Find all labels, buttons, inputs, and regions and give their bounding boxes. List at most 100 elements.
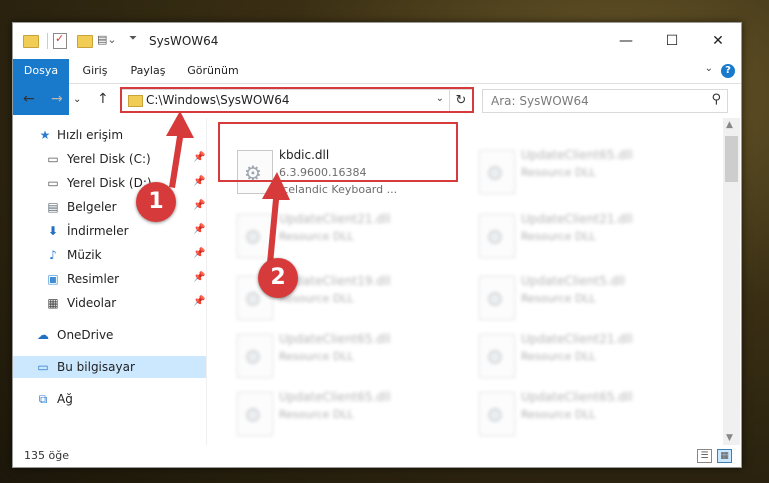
nav-label: Resimler [67, 272, 120, 286]
music-icon: ♪ [49, 248, 57, 262]
file-item[interactable]: UpdateClient65.dll Resource DLL [475, 146, 695, 202]
tab-view[interactable]: Görünüm [181, 59, 245, 83]
file-item[interactable]: UpdateClient65.dll Resource DLL [233, 330, 453, 386]
pin-icon[interactable]: 📌 [193, 200, 205, 211]
scroll-up-icon[interactable]: ▲ [726, 120, 733, 130]
minimize-button[interactable]: — [603, 23, 649, 59]
nav-label: Videolar [67, 296, 117, 310]
nav-label: Yerel Disk (C:) [67, 152, 151, 166]
window-title: SysWOW64 [149, 34, 219, 48]
step-2-badge: 2 [258, 258, 298, 298]
file-name: UpdateClient65.dll [279, 332, 391, 346]
details-view-button[interactable]: ☰ [697, 449, 712, 463]
nav-item-onedrive[interactable]: ☁ OneDrive [13, 324, 206, 346]
dll-file-icon [237, 214, 273, 258]
file-name: UpdateClient21.dll [521, 212, 633, 226]
nav-item-network[interactable]: ⧉ Ağ [13, 388, 206, 410]
file-name: UpdateClient5.dll [521, 274, 625, 288]
pin-icon[interactable]: 📌 [193, 248, 205, 259]
pin-icon[interactable]: 📌 [193, 296, 205, 307]
file-description: Icelandic Keyboard ... [279, 183, 398, 196]
recent-locations-button[interactable]: ⌄ [73, 94, 81, 105]
file-description: Resource DLL [521, 230, 596, 243]
toolbar-separator [47, 33, 48, 49]
nav-item-downloads[interactable]: ⬇ İndirmeler 📌 [13, 220, 206, 242]
pin-icon[interactable]: 📌 [193, 176, 205, 187]
ribbon-expand-icon[interactable]: ⌄ [705, 63, 713, 74]
nav-item-drive-c[interactable]: ▭ Yerel Disk (C:) 📌 [13, 148, 206, 170]
file-item[interactable]: UpdateClient65.dll Resource DLL [475, 388, 695, 444]
file-item[interactable]: UpdateClient21.dll Resource DLL [475, 210, 695, 266]
file-description: Resource DLL [521, 166, 596, 179]
scrollbar-thumb[interactable] [725, 136, 738, 182]
nav-label: Belgeler [67, 200, 117, 214]
dll-file-icon [479, 214, 515, 258]
new-folder-icon[interactable] [77, 35, 93, 48]
file-highlight [218, 122, 458, 182]
file-description: Resource DLL [279, 230, 354, 243]
item-count: 135 öğe [24, 449, 69, 462]
close-button[interactable]: ✕ [695, 23, 741, 59]
nav-item-music[interactable]: ♪ Müzik 📌 [13, 244, 206, 266]
up-button[interactable]: ↑ [97, 91, 109, 107]
nav-label: Hızlı erişim [57, 128, 124, 142]
file-item[interactable]: UpdateClient65.dll Resource DLL [233, 388, 453, 444]
nav-item-drive-d[interactable]: ▭ Yerel Disk (D:) 📌 [13, 172, 206, 194]
step-1-badge: 1 [136, 182, 176, 222]
vertical-scrollbar[interactable]: ▲ ▼ [723, 118, 740, 445]
tab-home[interactable]: Giriş [75, 59, 115, 83]
file-name: UpdateClient65.dll [521, 148, 633, 162]
search-box[interactable]: Ara: SysWOW64 ⚲ [482, 89, 728, 113]
maximize-button[interactable]: ☐ [649, 23, 695, 59]
scroll-down-icon[interactable]: ▼ [726, 433, 733, 443]
nav-item-quick-access[interactable]: ★ Hızlı erişim [13, 124, 206, 146]
nav-item-pictures[interactable]: ▣ Resimler 📌 [13, 268, 206, 290]
star-icon: ★ [39, 128, 51, 142]
drive-icon: ▭ [47, 176, 59, 190]
file-description: Resource DLL [279, 292, 354, 305]
pin-icon[interactable]: 📌 [193, 152, 205, 163]
nav-item-documents[interactable]: ▤ Belgeler 📌 [13, 196, 206, 218]
drive-icon: ▭ [47, 152, 59, 166]
dll-file-icon [479, 150, 515, 194]
back-button[interactable]: ← [23, 91, 35, 107]
file-description: Resource DLL [521, 292, 596, 305]
title-bar: ▤⌄ ⏷ SysWOW64 — ☐ ✕ [13, 23, 741, 59]
help-icon[interactable]: ? [721, 64, 735, 78]
search-input[interactable]: Ara: SysWOW64 [491, 94, 589, 108]
file-description: Resource DLL [279, 350, 354, 363]
file-name: UpdateClient65.dll [521, 390, 633, 404]
customize-toolbar-icon[interactable]: ▤⌄ [97, 33, 117, 49]
pin-icon[interactable]: 📌 [193, 224, 205, 235]
address-bar-row: ← → ⌄ ↑ C:\Windows\SysWOW64 ⌄ ↻ Ara: Sys… [13, 83, 741, 117]
file-name: UpdateClient65.dll [279, 390, 391, 404]
nav-label: İndirmeler [67, 224, 129, 238]
file-description: Resource DLL [279, 408, 354, 421]
nav-item-this-pc[interactable]: ▭ Bu bilgisayar [13, 356, 206, 378]
file-description: Resource DLL [521, 408, 596, 421]
ribbon-tabs: Dosya Giriş Paylaş Görünüm ⌄ ? [13, 59, 741, 115]
nav-item-videos[interactable]: ▦ Videolar 📌 [13, 292, 206, 314]
nav-label: Bu bilgisayar [57, 360, 135, 374]
forward-button[interactable]: → [51, 91, 63, 107]
quick-access-dropdown-icon[interactable]: ⏷ [129, 33, 137, 49]
computer-icon: ▭ [37, 360, 49, 374]
dll-file-icon [479, 276, 515, 320]
nav-label: Yerel Disk (D:) [67, 176, 152, 190]
file-explorer-window: ▤⌄ ⏷ SysWOW64 — ☐ ✕ Dosya Giriş Paylaş G… [12, 22, 742, 468]
file-item[interactable]: UpdateClient5.dll Resource DLL [475, 272, 695, 328]
file-item[interactable]: UpdateClient21.dll Resource DLL [233, 210, 453, 266]
tab-share[interactable]: Paylaş [123, 59, 173, 83]
tiles-view-button[interactable]: ▦ [717, 449, 732, 463]
status-bar: 135 öğe ☰ ▦ [13, 445, 741, 467]
nav-label: Ağ [57, 392, 73, 406]
file-item[interactable]: UpdateClient21.dll Resource DLL [475, 330, 695, 386]
search-icon[interactable]: ⚲ [711, 92, 721, 107]
file-name: UpdateClient21.dll [521, 332, 633, 346]
navigation-pane: ★ Hızlı erişim ▭ Yerel Disk (C:) 📌 ▭ Yer… [13, 118, 206, 445]
address-highlight [120, 87, 474, 113]
pin-icon[interactable]: 📌 [193, 272, 205, 283]
pictures-icon: ▣ [47, 272, 59, 286]
properties-icon[interactable] [53, 32, 67, 49]
nav-label: OneDrive [57, 328, 114, 342]
